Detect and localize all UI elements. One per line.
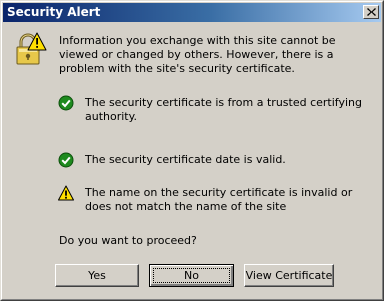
window-title: Security Alert [7, 5, 101, 19]
check-trusted-authority-text: The security certificate is from a trust… [85, 96, 362, 123]
no-button[interactable]: No [149, 264, 234, 287]
green-check-icon [58, 95, 74, 111]
yes-button-label: Yes [88, 269, 106, 282]
security-lock-warning-icon [16, 32, 47, 65]
yes-button[interactable]: Yes [55, 264, 139, 287]
title-bar[interactable]: Security Alert [3, 3, 381, 22]
intro-message: Information you exchange with this site … [59, 34, 336, 75]
green-check-icon [58, 152, 74, 168]
view-certificate-button[interactable]: View Certificate [244, 264, 334, 287]
security-alert-dialog: Security Alert Information you exchange … [0, 0, 384, 301]
view-certificate-button-label: View Certificate [245, 269, 333, 282]
no-button-label: No [184, 269, 199, 282]
proceed-question: Do you want to proceed? [59, 234, 197, 247]
check-name-mismatch-text: The name on the security certificate is … [85, 186, 353, 213]
close-icon [367, 8, 376, 16]
close-button[interactable] [363, 5, 379, 19]
yellow-warning-icon [58, 185, 74, 201]
check-date-valid-text: The security certificate date is valid. [85, 153, 286, 166]
